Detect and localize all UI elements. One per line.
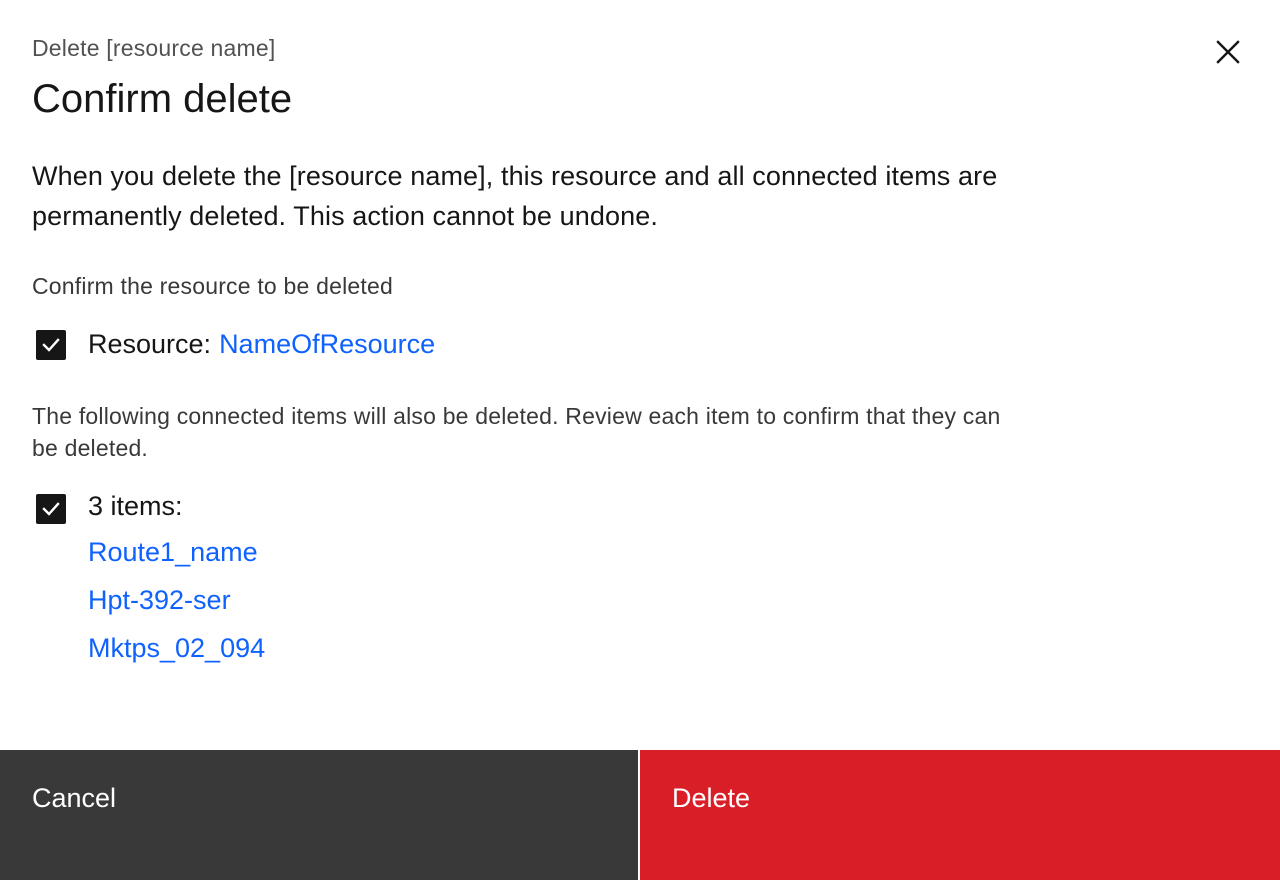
checkmark-icon (42, 338, 60, 352)
items-confirm-row: 3 items: Route1_name Hpt-392-ser Mktps_0… (32, 484, 1032, 672)
confirm-resource-label: Confirm the resource to be deleted (32, 273, 393, 299)
resource-confirm-row: Resource: NameOfResource (32, 322, 1032, 366)
delete-confirmation-modal: Delete [resource name] Confirm delete Wh… (0, 0, 1280, 880)
connected-items-info: The following connected items will also … (32, 403, 1001, 461)
connected-item-link[interactable]: Hpt-392-ser (88, 576, 265, 624)
resource-checkbox[interactable] (36, 330, 66, 360)
modal-title: Confirm delete (32, 77, 293, 121)
items-count-label: 3 items: (88, 491, 183, 521)
delete-button[interactable]: Delete (640, 750, 1280, 880)
modal-footer: Cancel Delete (0, 750, 1280, 880)
modal-eyebrow: Delete [resource name] (32, 35, 276, 61)
cancel-button[interactable]: Cancel (0, 750, 640, 880)
checkmark-icon (42, 502, 60, 516)
modal-body: When you delete the [resource name], thi… (32, 156, 1032, 672)
resource-name-link[interactable]: NameOfResource (219, 329, 435, 359)
connected-item-link[interactable]: Route1_name (88, 528, 265, 576)
connected-item-link[interactable]: Mktps_02_094 (88, 624, 265, 672)
modal-description: When you delete the [resource name], thi… (32, 161, 998, 231)
modal-header: Delete [resource name] Confirm delete (32, 30, 1132, 123)
resource-row-label: Resource: NameOfResource (88, 322, 435, 366)
connected-items-list: Route1_name Hpt-392-ser Mktps_02_094 (88, 528, 265, 672)
close-button[interactable] (1204, 28, 1252, 76)
items-checkbox[interactable] (36, 494, 66, 524)
close-icon (1216, 40, 1240, 64)
resource-label: Resource: (88, 329, 212, 359)
